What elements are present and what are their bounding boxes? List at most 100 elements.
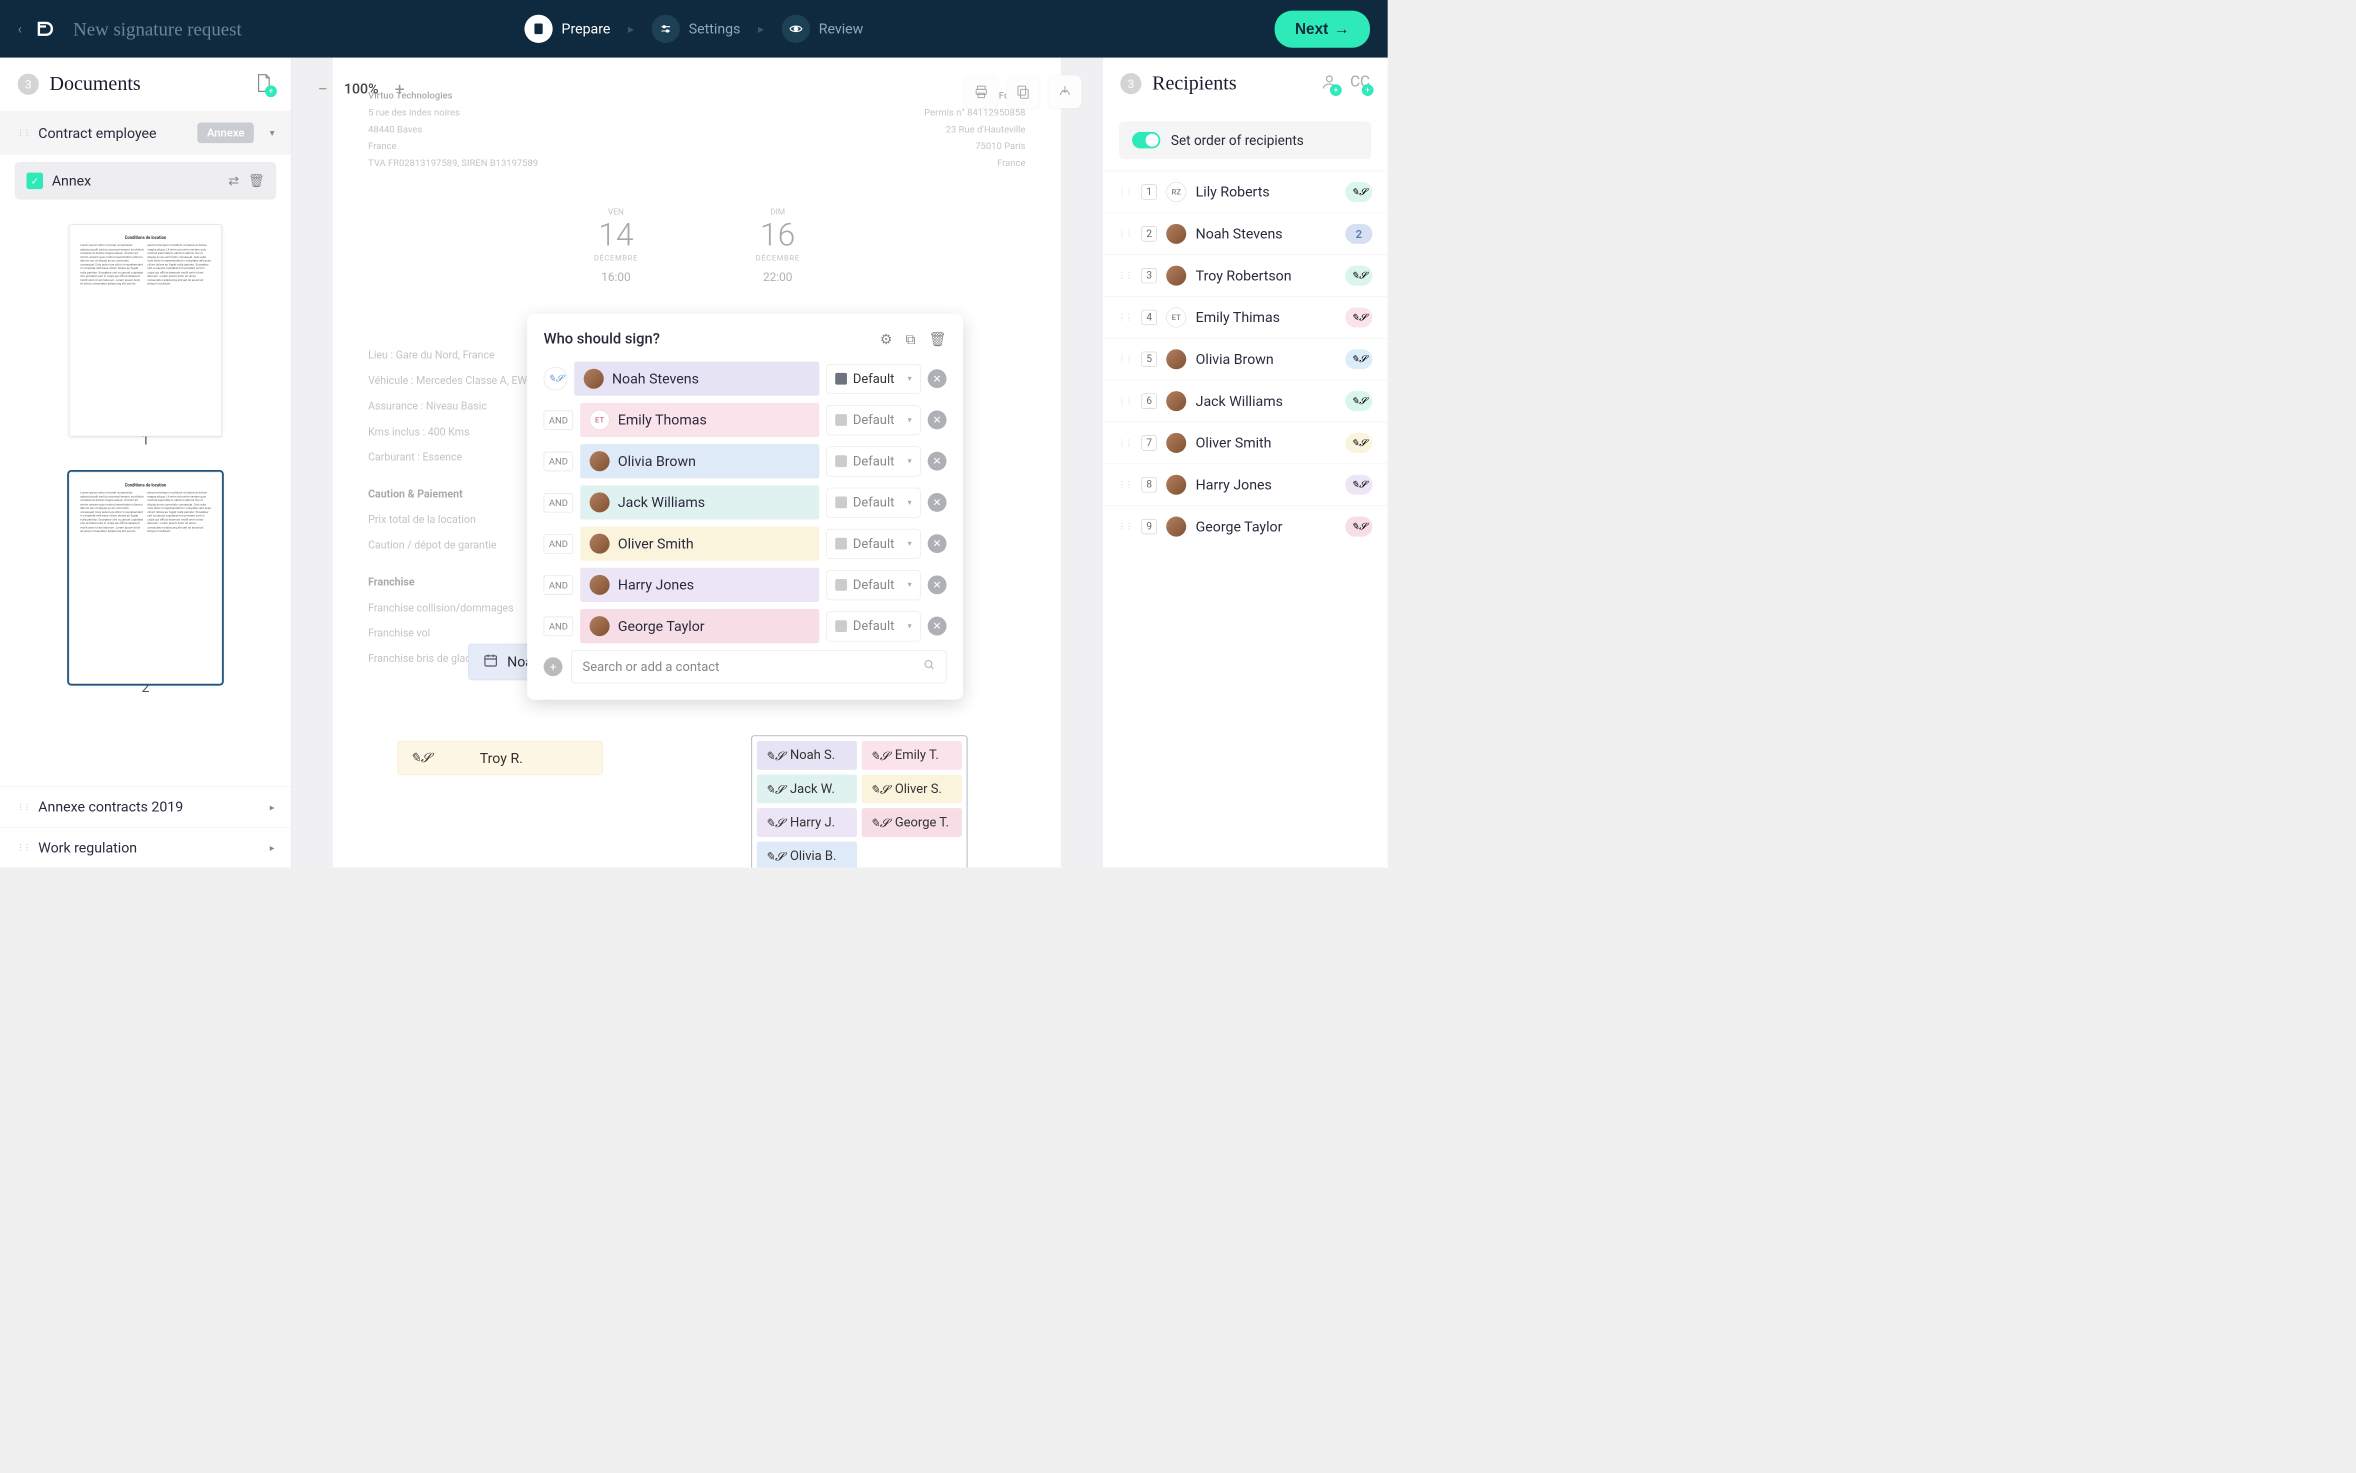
recipient-row[interactable]: ⋮⋮ 3 Troy Robertson ✎𝓢: [1103, 254, 1388, 296]
signer-name-chip[interactable]: Jack Williams: [580, 485, 819, 519]
signature-type-select[interactable]: Default ▾: [826, 487, 920, 517]
drag-handle-icon[interactable]: ⋮⋮: [16, 843, 29, 852]
document-item-contract[interactable]: ⋮⋮ Contract employee Annexe ▾: [0, 111, 291, 155]
drag-handle-icon[interactable]: ⋮⋮: [1118, 438, 1132, 447]
signature-field-troy[interactable]: ✎𝓢 Troy R.: [398, 741, 603, 775]
drag-handle-icon[interactable]: ⋮⋮: [1118, 396, 1132, 405]
recipient-row[interactable]: ⋮⋮ 2 Noah Stevens 2: [1103, 213, 1388, 255]
back-arrow-icon[interactable]: ‹: [18, 21, 22, 37]
signature-chip[interactable]: ✎𝓢Jack W.: [757, 775, 857, 804]
page-thumbnail-2[interactable]: Conditions de location Lorem ipsum dolor…: [69, 472, 222, 684]
avatar-photo: [584, 369, 604, 389]
recipient-row[interactable]: ⋮⋮ 1 RZ Lily Roberts ✎𝓢: [1103, 171, 1388, 213]
recipient-row[interactable]: ⋮⋮ 6 Jack Williams ✎𝓢: [1103, 380, 1388, 422]
and-operator[interactable]: AND: [544, 493, 573, 512]
page-title: New signature request: [73, 18, 242, 40]
documents-count-badge: 3: [18, 74, 39, 95]
recipient-row[interactable]: ⋮⋮ 5 Olivia Brown ✎𝓢: [1103, 338, 1388, 380]
drag-handle-icon[interactable]: ⋮⋮: [1118, 271, 1132, 280]
add-cc-button[interactable]: CC +: [1350, 73, 1370, 95]
remove-signer-button[interactable]: ✕: [928, 617, 947, 636]
remove-signer-button[interactable]: ✕: [928, 452, 947, 471]
signature-chip[interactable]: ✎𝓢Olivia B.: [757, 842, 857, 868]
doc-addr: 23 Rue d'Hauteville: [924, 121, 1025, 138]
signer-name-chip[interactable]: George Taylor: [580, 609, 819, 643]
remove-signer-button[interactable]: ✕: [928, 411, 947, 430]
drag-handle-icon[interactable]: ⋮⋮: [16, 802, 29, 811]
remove-signer-button[interactable]: ✕: [928, 575, 947, 594]
signature-chip[interactable]: ✎𝓢Noah S.: [757, 741, 857, 770]
signature-chip-name: Noah S.: [790, 748, 835, 763]
signature-chip[interactable]: ✎𝓢George T.: [862, 808, 962, 837]
recipient-name: Lily Roberts: [1196, 184, 1336, 200]
signer-name-chip[interactable]: Oliver Smith: [580, 527, 819, 561]
swap-icon[interactable]: ⇄: [228, 173, 239, 188]
trash-icon[interactable]: 🗑: [248, 173, 264, 188]
signer-name-chip[interactable]: ET Emily Thomas: [580, 403, 819, 437]
step-prepare[interactable]: Prepare: [524, 15, 610, 43]
step-settings[interactable]: Settings: [652, 15, 741, 43]
search-contact-input[interactable]: Search or add a contact: [571, 650, 946, 683]
step-label: Prepare: [562, 21, 611, 37]
copy-button[interactable]: [1007, 75, 1040, 108]
signature-indicator-icon: ✎𝓢: [544, 367, 568, 391]
and-operator[interactable]: AND: [544, 575, 573, 594]
download-button[interactable]: [1048, 75, 1081, 108]
and-operator[interactable]: AND: [544, 616, 573, 635]
annex-subitem[interactable]: ✓ Annex ⇄ 🗑: [15, 162, 277, 200]
next-button[interactable]: Next →: [1274, 10, 1370, 47]
drag-handle-icon[interactable]: ⋮⋮: [1118, 480, 1132, 489]
add-document-button[interactable]: +: [254, 72, 273, 96]
and-operator[interactable]: AND: [544, 410, 573, 429]
recipient-row[interactable]: ⋮⋮ 7 Oliver Smith ✎𝓢: [1103, 422, 1388, 464]
recipient-row[interactable]: ⋮⋮ 9 George Taylor ✎𝓢: [1103, 505, 1388, 547]
drag-handle-icon[interactable]: ⋮⋮: [1118, 187, 1132, 196]
recipient-row[interactable]: ⋮⋮ 4 ET Emily Thimas ✎𝓢: [1103, 296, 1388, 338]
and-operator[interactable]: AND: [544, 534, 573, 553]
toggle-switch[interactable]: [1132, 132, 1160, 148]
add-signer-button[interactable]: +: [544, 657, 563, 676]
document-item-work-regulation[interactable]: ⋮⋮ Work regulation ▸: [0, 827, 291, 868]
signature-chip[interactable]: ✎𝓢Harry J.: [757, 808, 857, 837]
checkbox-checked-icon[interactable]: ✓: [27, 173, 43, 189]
signature-badge-icon: ✎𝓢: [1345, 475, 1372, 495]
signature-chip[interactable]: ✎𝓢Oliver S.: [862, 775, 962, 804]
remove-signer-button[interactable]: ✕: [928, 493, 947, 512]
signature-badge-icon: ✎𝓢: [1345, 349, 1372, 369]
page-thumbnail-1[interactable]: Conditions de location Lorem ipsum dolor…: [69, 224, 222, 436]
recipient-row[interactable]: ⋮⋮ 8 Harry Jones ✎𝓢: [1103, 464, 1388, 506]
document-item-annexe-2019[interactable]: ⋮⋮ Annexe contracts 2019 ▸: [0, 786, 291, 827]
avatar-photo: [1166, 391, 1186, 411]
recipient-name: Troy Robertson: [1196, 267, 1336, 283]
remove-signer-button[interactable]: ✕: [928, 369, 947, 388]
drag-handle-icon[interactable]: ⋮⋮: [1118, 313, 1132, 322]
order-toggle-row[interactable]: Set order of recipients: [1119, 121, 1371, 159]
signature-group[interactable]: ✎𝓢Noah S.✎𝓢Emily T.✎𝓢Jack W.✎𝓢Oliver S.✎…: [751, 735, 968, 868]
signature-type-select[interactable]: Default ▾: [826, 364, 920, 394]
chevron-down-icon[interactable]: ▾: [270, 127, 275, 138]
print-button[interactable]: [965, 75, 998, 108]
signature-type-select[interactable]: Default ▾: [826, 446, 920, 476]
zoom-in-button[interactable]: +: [389, 78, 410, 99]
step-review[interactable]: Review: [782, 15, 864, 43]
drag-handle-icon[interactable]: ⋮⋮: [1118, 522, 1132, 531]
gear-icon[interactable]: ⚙: [880, 331, 893, 347]
trash-icon[interactable]: 🗑: [929, 331, 947, 347]
drag-handle-icon[interactable]: ⋮⋮: [16, 128, 29, 137]
signature-type-select[interactable]: Default ▾: [826, 529, 920, 559]
signer-name-chip[interactable]: Olivia Brown: [580, 444, 819, 478]
signature-type-select[interactable]: Default ▾: [826, 570, 920, 600]
copy-icon[interactable]: ⧉: [906, 331, 916, 347]
signature-type-select[interactable]: Default ▾: [826, 611, 920, 641]
signer-name-chip[interactable]: Noah Stevens: [574, 362, 819, 396]
zoom-out-button[interactable]: −: [312, 78, 333, 99]
annexe-tag: Annexe: [198, 123, 254, 144]
and-operator[interactable]: AND: [544, 451, 573, 470]
signer-name-chip[interactable]: Harry Jones: [580, 568, 819, 602]
signature-type-select[interactable]: Default ▾: [826, 405, 920, 435]
add-recipient-button[interactable]: +: [1321, 73, 1339, 95]
drag-handle-icon[interactable]: ⋮⋮: [1118, 355, 1132, 364]
signature-chip[interactable]: ✎𝓢Emily T.: [862, 741, 962, 770]
remove-signer-button[interactable]: ✕: [928, 534, 947, 553]
drag-handle-icon[interactable]: ⋮⋮: [1118, 229, 1132, 238]
